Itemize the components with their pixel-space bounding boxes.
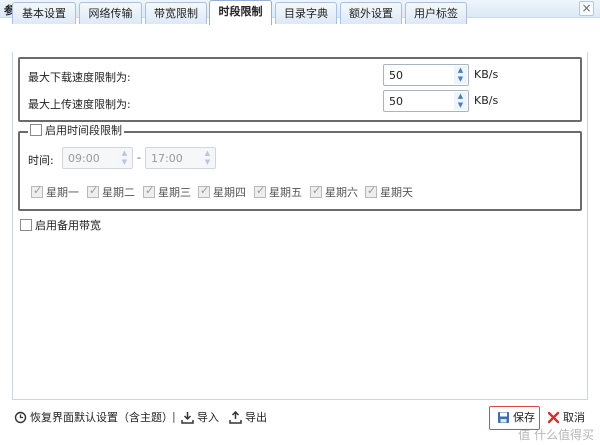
day-label: 星期三 (158, 186, 191, 199)
day-wednesday[interactable]: 星期三 (143, 184, 191, 200)
day-label: 星期四 (213, 186, 246, 199)
spin-down-icon[interactable]: ▼ (201, 158, 214, 167)
download-limit-value: 50 (389, 69, 403, 82)
tab-time-limit[interactable]: 时段限制 (209, 0, 272, 25)
upload-unit: KB/s (474, 94, 499, 107)
restore-defaults-label: 恢复界面默认设置（含主题） (30, 411, 173, 424)
download-limit-label: 最大下载速度限制为: (28, 71, 131, 84)
time-separator: - (137, 151, 141, 164)
day-checkbox[interactable] (143, 184, 155, 198)
import-label: 导入 (197, 411, 219, 424)
day-label: 星期五 (269, 186, 302, 199)
day-label: 星期一 (46, 186, 79, 199)
download-unit: KB/s (474, 68, 499, 81)
day-checkbox[interactable] (31, 184, 43, 198)
end-time-value: 17:00 (151, 152, 183, 165)
tab-label: 目录字典 (284, 7, 328, 20)
start-time-spinner[interactable]: 09:00 ▲ ▼ (62, 147, 133, 169)
time-label: 时间: (28, 154, 54, 167)
footer-divider: | (172, 410, 176, 423)
time-schedule-enable-label: 启用时间段限制 (45, 124, 122, 137)
day-sunday[interactable]: 星期天 (365, 184, 413, 200)
tab-label: 网络传输 (88, 7, 133, 20)
watermark: 值 什么值得买 (518, 428, 594, 442)
tab-directory-dictionary[interactable]: 目录字典 (275, 2, 337, 24)
export-button[interactable]: 导出 (229, 410, 267, 426)
speed-limit-group (18, 57, 582, 122)
tab-label: 基本设置 (22, 7, 66, 20)
tab-basic-settings[interactable]: 基本设置 (12, 2, 76, 24)
spin-up-icon[interactable]: ▲ (118, 149, 131, 158)
day-monday[interactable]: 星期一 (31, 184, 79, 200)
spin-down-icon[interactable]: ▼ (454, 75, 467, 84)
time-schedule-checkbox[interactable] (30, 124, 42, 136)
cancel-label: 取消 (563, 411, 585, 424)
day-friday[interactable]: 星期五 (254, 184, 302, 200)
tab-extra-settings[interactable]: 额外设置 (340, 2, 402, 24)
start-time-value: 09:00 (68, 152, 100, 165)
day-checkbox[interactable] (310, 184, 322, 198)
day-checkbox[interactable] (254, 184, 266, 198)
day-label: 星期二 (102, 186, 135, 199)
day-tuesday[interactable]: 星期二 (87, 184, 135, 200)
backup-bandwidth-label: 启用备用带宽 (35, 219, 101, 232)
end-time-spinner[interactable]: 17:00 ▲ ▼ (145, 147, 216, 169)
tab-label: 带宽限制 (154, 7, 198, 20)
restore-icon (14, 411, 27, 424)
tab-label: 时段限制 (218, 5, 263, 18)
import-icon (181, 412, 194, 424)
time-schedule-enable[interactable]: 启用时间段限制 (28, 124, 124, 138)
day-checkbox[interactable] (365, 184, 377, 198)
spin-down-icon[interactable]: ▼ (454, 101, 467, 110)
close-button[interactable]: × (579, 1, 594, 16)
upload-limit-spinner[interactable]: 50 ▲ ▼ (383, 90, 469, 112)
upload-limit-label: 最大上传速度限制为: (28, 98, 131, 111)
day-label: 星期天 (380, 186, 413, 199)
backup-bandwidth-option[interactable]: 启用备用带宽 (20, 217, 101, 233)
spin-down-icon[interactable]: ▼ (118, 158, 131, 167)
tab-label: 额外设置 (349, 7, 393, 20)
spin-up-icon[interactable]: ▲ (454, 92, 467, 101)
day-checkbox[interactable] (87, 184, 99, 198)
day-saturday[interactable]: 星期六 (310, 184, 358, 200)
tab-user-tags[interactable]: 用户标签 (405, 2, 467, 24)
close-icon: × (581, 1, 592, 15)
day-thursday[interactable]: 星期四 (198, 184, 246, 200)
tab-label: 用户标签 (414, 7, 458, 20)
tab-network-transfer[interactable]: 网络传输 (79, 2, 142, 24)
day-checkbox[interactable] (198, 184, 210, 198)
upload-limit-value: 50 (389, 95, 403, 108)
spin-up-icon[interactable]: ▲ (201, 149, 214, 158)
export-label: 导出 (245, 411, 267, 424)
export-icon (229, 411, 242, 424)
day-label: 星期六 (325, 186, 358, 199)
import-button[interactable]: 导入 (181, 410, 219, 426)
cancel-button[interactable]: 取消 (547, 410, 585, 426)
tab-bandwidth-limit[interactable]: 带宽限制 (145, 2, 207, 24)
backup-bandwidth-checkbox[interactable] (20, 219, 32, 231)
spin-up-icon[interactable]: ▲ (454, 66, 467, 75)
restore-defaults-button[interactable]: 恢复界面默认设置（含主题） (14, 410, 173, 426)
cancel-icon (547, 411, 560, 424)
download-limit-spinner[interactable]: 50 ▲ ▼ (383, 64, 469, 86)
